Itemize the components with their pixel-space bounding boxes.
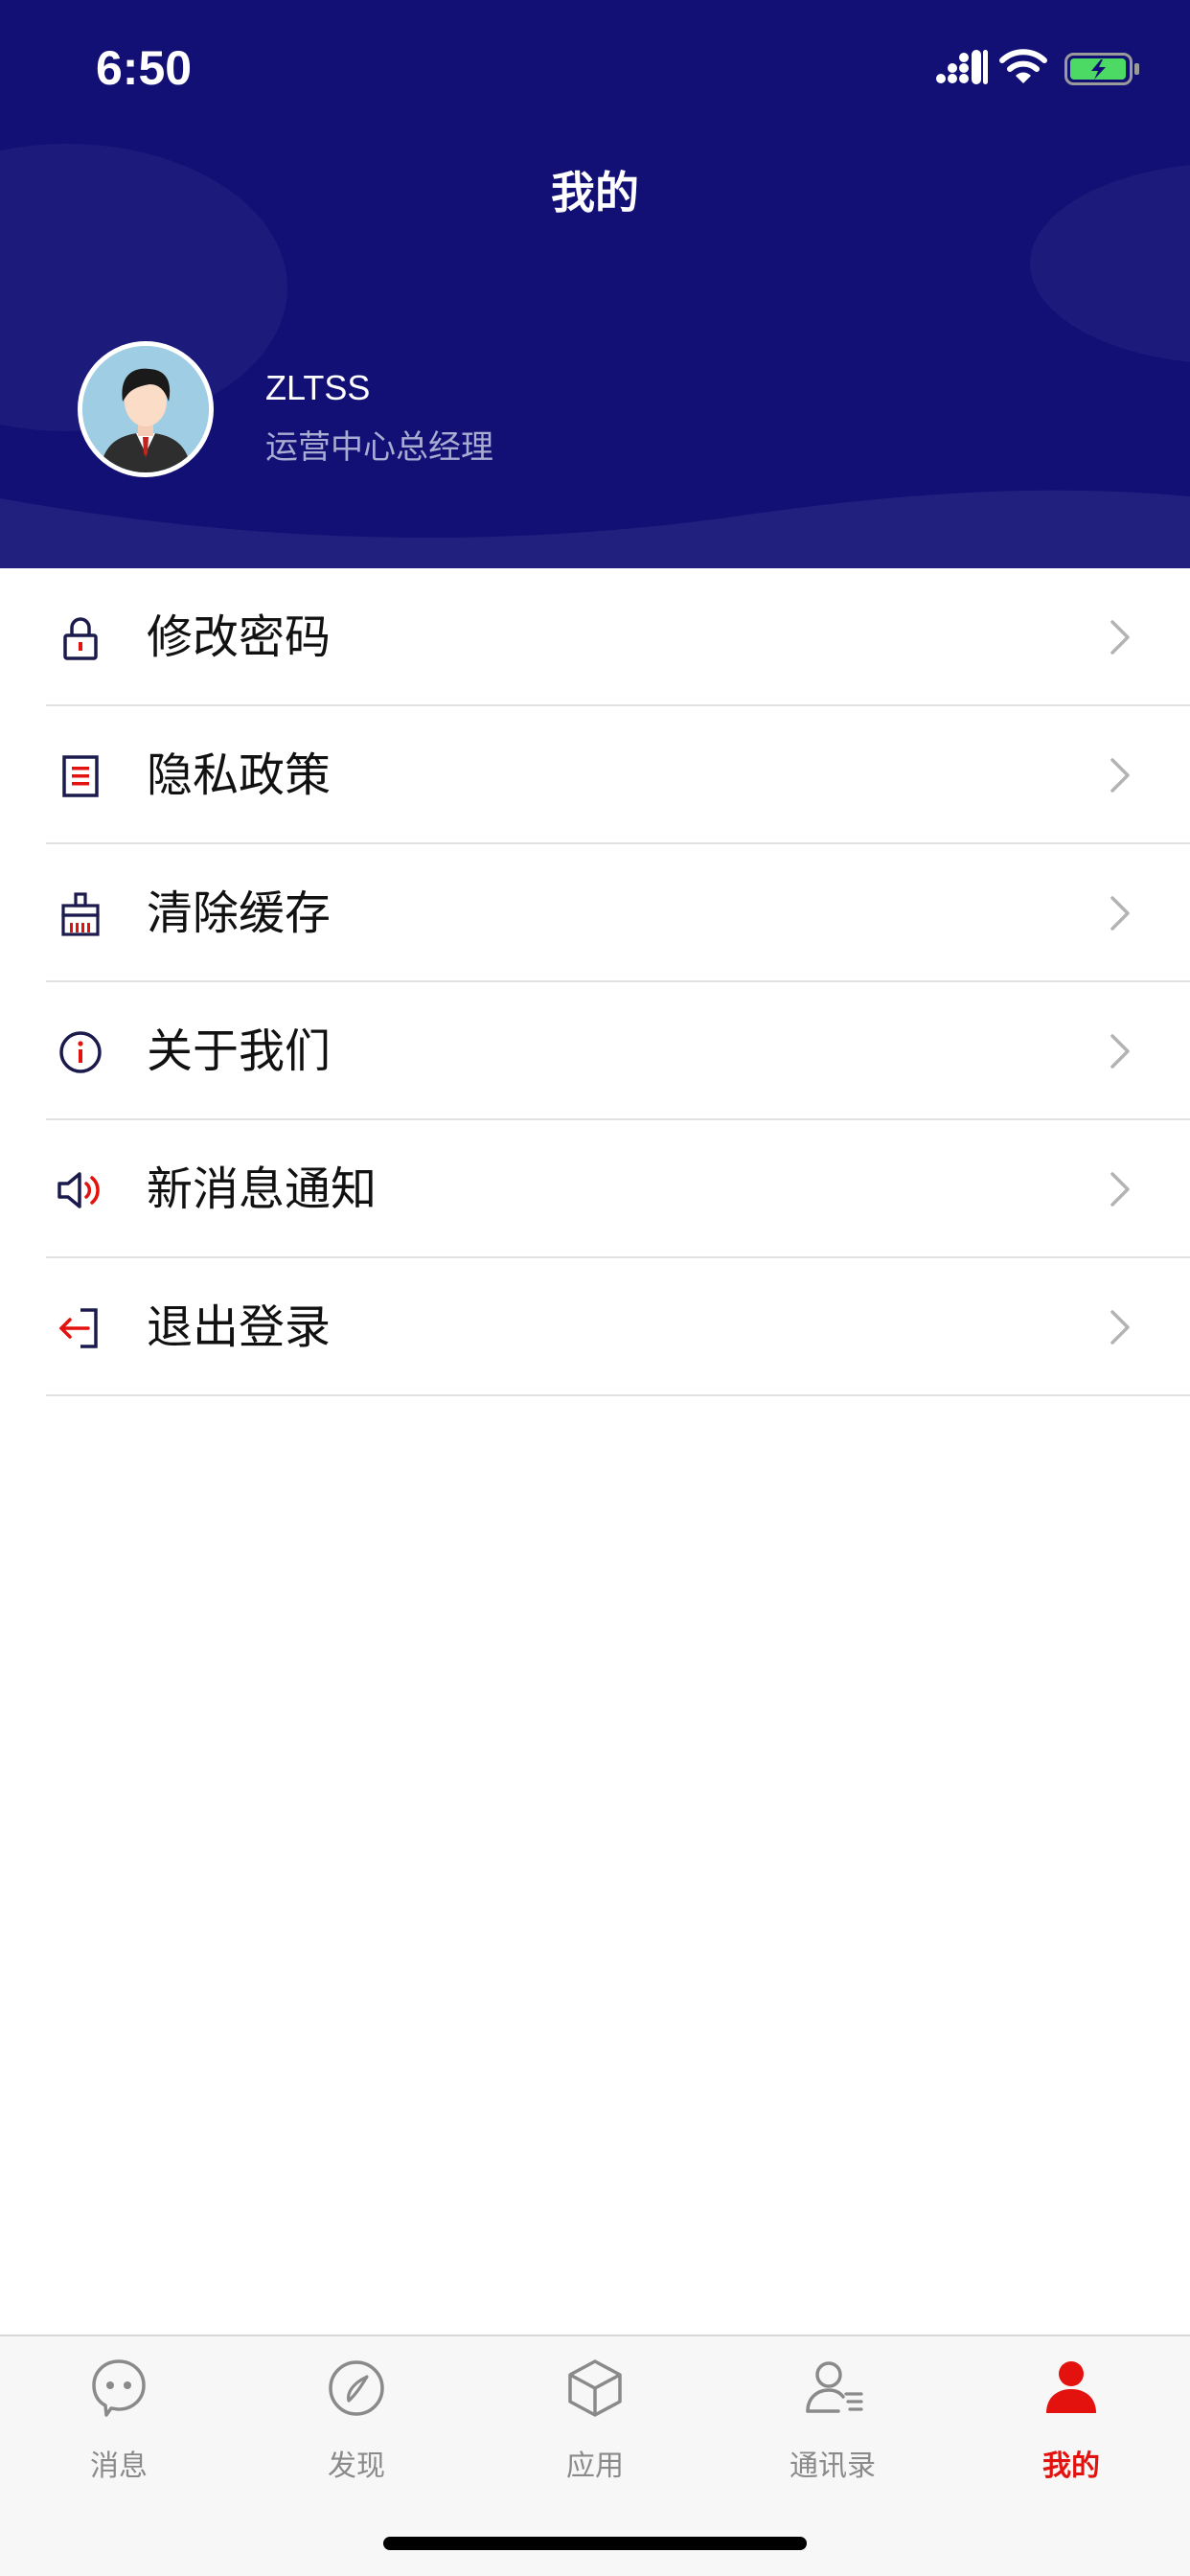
menu-item-label: 修改密码 (147, 610, 332, 664)
battery-icon (1064, 53, 1139, 85)
cube-icon (568, 2359, 622, 2417)
settings-menu: 修改密码 隐私政策 清除缓存 关于我们 新消息通知 退出登录 (0, 568, 1190, 1396)
menu-item-change-password[interactable]: 修改密码 (0, 568, 1190, 706)
menu-item-about-us[interactable]: 关于我们 (0, 982, 1190, 1120)
tab-label: 应用 (566, 2450, 624, 2483)
user-name: ZLTSS (265, 368, 371, 407)
menu-item-clear-cache[interactable]: 清除缓存 (0, 844, 1190, 982)
menu-item-privacy-policy[interactable]: 隐私政策 (0, 706, 1190, 844)
contacts-icon (806, 2361, 863, 2413)
chevron-right-icon (1110, 1172, 1130, 1207)
user-role: 运营中心总经理 (265, 428, 493, 467)
broom-icon (61, 892, 100, 936)
home-indicator[interactable] (383, 2537, 807, 2550)
tab-discover[interactable]: 发现 (238, 2336, 475, 2490)
menu-item-label: 退出登录 (147, 1300, 332, 1354)
signal-icon (936, 50, 988, 84)
tab-me[interactable]: 我的 (952, 2336, 1190, 2490)
menu-item-notifications[interactable]: 新消息通知 (0, 1120, 1190, 1258)
menu-item-logout[interactable]: 退出登录 (0, 1258, 1190, 1396)
tab-label: 发现 (328, 2450, 385, 2483)
chat-bubble-icon (92, 2359, 146, 2417)
chevron-right-icon (1110, 620, 1130, 655)
logout-icon (59, 1308, 98, 1348)
menu-item-label: 隐私政策 (147, 748, 332, 802)
chevron-right-icon (1110, 896, 1130, 931)
person-icon (1046, 2361, 1096, 2413)
tab-apps[interactable]: 应用 (476, 2336, 714, 2490)
divider (46, 1394, 1190, 1396)
menu-item-label: 新消息通知 (147, 1162, 378, 1216)
chevron-right-icon (1110, 1034, 1130, 1069)
avatar-illustration (82, 346, 209, 472)
speaker-icon (57, 1172, 100, 1208)
tab-label: 消息 (90, 2450, 148, 2483)
avatar[interactable] (78, 341, 214, 477)
wifi-icon (999, 49, 1047, 83)
document-icon (62, 755, 99, 797)
chevron-right-icon (1110, 758, 1130, 793)
info-icon (59, 1031, 102, 1073)
menu-item-label: 关于我们 (147, 1024, 332, 1078)
status-time: 6:50 (96, 41, 193, 95)
profile-header: 6:50 我的 ZLTSS 运营中心总经理 (0, 0, 1190, 568)
lock-icon (63, 617, 98, 660)
compass-icon (329, 2360, 384, 2416)
tab-messages[interactable]: 消息 (0, 2336, 238, 2490)
chevron-right-icon (1110, 1310, 1130, 1345)
tab-label: 我的 (1042, 2450, 1100, 2483)
tab-label: 通讯录 (790, 2450, 876, 2483)
menu-item-label: 清除缓存 (147, 886, 332, 940)
page-title: 我的 (551, 167, 639, 218)
tab-contacts[interactable]: 通讯录 (714, 2336, 951, 2490)
